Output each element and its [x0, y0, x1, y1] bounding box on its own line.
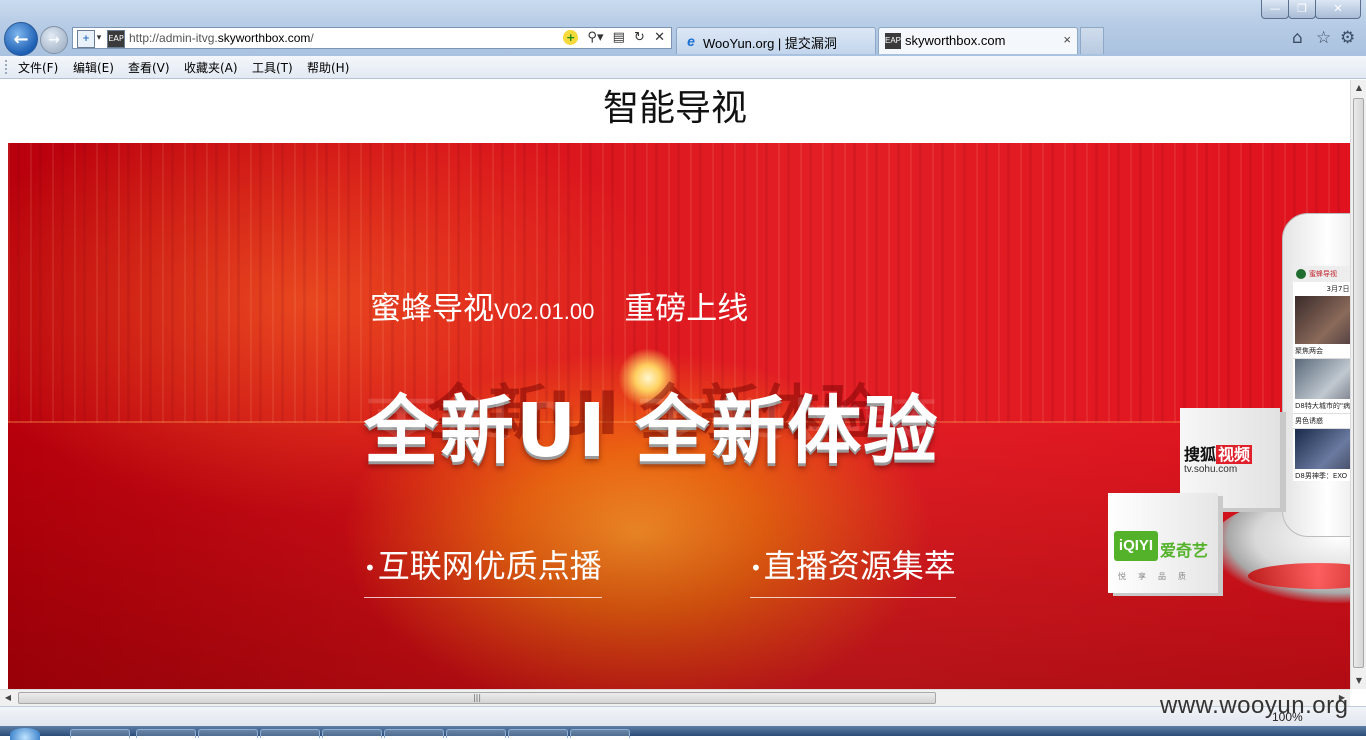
- menu-edit[interactable]: 编辑(E): [73, 59, 114, 76]
- taskbar-button[interactable]: [70, 729, 130, 738]
- phone-caption: 男色诱惑: [1293, 414, 1350, 429]
- new-tab-button[interactable]: [1080, 27, 1104, 54]
- url-host: skyworthbox.com: [217, 31, 311, 45]
- star-icon[interactable]: ☆: [1316, 28, 1331, 48]
- tab-title: skyworthbox.com: [905, 33, 1006, 48]
- iqiyi-tagline: 悦享品质: [1118, 572, 1198, 581]
- phone-thumbnail: [1295, 429, 1350, 469]
- scroll-up-icon[interactable]: ▲: [1351, 80, 1366, 96]
- taskbar-button[interactable]: [384, 729, 444, 738]
- site-favicon-icon: EAP: [885, 33, 901, 49]
- menu-favorites[interactable]: 收藏夹(A): [184, 59, 238, 76]
- iqiyi-name: 爱奇艺: [1160, 541, 1209, 560]
- bullet-icon: •: [750, 556, 762, 580]
- iqiyi-logo: iQIYI: [1114, 531, 1158, 561]
- vertical-scrollbar[interactable]: ▲ ▼: [1350, 80, 1366, 689]
- chevron-down-icon[interactable]: ▾: [95, 30, 103, 46]
- start-button[interactable]: [10, 728, 40, 740]
- bullet-icon: •: [364, 556, 376, 580]
- taskbar-button[interactable]: [198, 729, 258, 738]
- taskbar-button[interactable]: [446, 729, 506, 738]
- sohu-logo: 搜狐 视频: [1184, 441, 1253, 465]
- close-tab-icon[interactable]: ×: [1063, 32, 1071, 47]
- launch-text: 重磅上线: [624, 291, 749, 327]
- taskbar: [0, 726, 1366, 740]
- slogan-reflection: 全新UI 全新体验: [364, 391, 940, 443]
- url-prefix: http://admin-itvg.: [129, 31, 218, 45]
- toolbar-grip[interactable]: [5, 60, 10, 74]
- title-bar: — ❐ ✕ ← → + ▾ EAP http://admin-itvg.skyw…: [0, 0, 1366, 57]
- taskbar-button[interactable]: [508, 729, 568, 738]
- taskbar-button[interactable]: [260, 729, 320, 738]
- stop-icon[interactable]: ✕: [654, 30, 665, 45]
- refresh-icon[interactable]: ↻: [634, 30, 645, 45]
- back-arrow-icon: ←: [13, 28, 29, 50]
- feature-label: 直播资源集萃: [763, 547, 956, 585]
- url-text[interactable]: http://admin-itvg.skyworthbox.com/: [129, 31, 314, 45]
- menu-help[interactable]: 帮助(H): [307, 59, 349, 76]
- promo-banner[interactable]: 蜜蜂导视V02.01.00 重磅上线 全新UI 全新体验 全新UI 全新体验 全新…: [8, 143, 1350, 689]
- phone-app-title: 蜜蜂导视: [1309, 270, 1337, 278]
- compat-page-icon[interactable]: ▤: [613, 30, 625, 45]
- tab-wooyun[interactable]: e WooYun.org | 提交漏洞: [676, 27, 876, 54]
- app-logo-icon: [1296, 269, 1306, 279]
- ie-icon: e: [687, 33, 695, 49]
- close-window-button[interactable]: ✕: [1315, 0, 1361, 19]
- scroll-thumb[interactable]: |||: [18, 692, 936, 704]
- phone-date: 3月7日: [1326, 285, 1350, 293]
- release-headline: 蜜蜂导视V02.01.00 重磅上线: [370, 283, 748, 328]
- minimize-button[interactable]: —: [1261, 0, 1289, 19]
- phone-caption: D8特大城市的"病根": [1293, 399, 1350, 414]
- feature-vod: •互联网优质点播: [364, 541, 602, 598]
- phone-caption: 聚焦两会: [1293, 344, 1350, 359]
- back-button[interactable]: ←: [4, 22, 38, 56]
- phone-screen: 蜜蜂导视 3月7日 聚焦两会 D8特大城市的"病根" 男色诱惑 D8男神季：EX…: [1293, 266, 1350, 481]
- product-name: 蜜蜂导视: [370, 291, 494, 327]
- version-number: V02.01.00: [494, 299, 595, 324]
- sohu-domain: tv.sohu.com: [1184, 464, 1238, 475]
- site-favicon-icon: EAP: [107, 30, 125, 48]
- horizontal-scrollbar[interactable]: ◀ ||| ▶: [0, 689, 1350, 706]
- compatibility-view-icon[interactable]: +: [77, 30, 95, 48]
- scroll-left-icon[interactable]: ◀: [0, 690, 16, 706]
- phone-caption: D8男神季：EXO: [1293, 469, 1350, 481]
- url-suffix: /: [310, 31, 314, 45]
- feature-label: 互联网优质点播: [377, 547, 602, 585]
- menu-view[interactable]: 查看(V): [128, 59, 170, 76]
- page-title: 智能导视: [602, 88, 747, 129]
- addon-icon[interactable]: +: [563, 30, 579, 45]
- tab-title: WooYun.org | 提交漏洞: [703, 36, 837, 51]
- phone-thumbnail: [1295, 296, 1350, 344]
- taskbar-button[interactable]: [570, 729, 630, 738]
- sohu-name: 搜狐: [1184, 445, 1217, 464]
- sohu-name-highlight: 视频: [1216, 445, 1253, 464]
- home-icon[interactable]: ⌂: [1292, 28, 1303, 48]
- forward-button[interactable]: →: [40, 26, 68, 54]
- tab-skyworth[interactable]: EAP skyworthbox.com ×: [878, 27, 1078, 54]
- scroll-down-icon[interactable]: ▼: [1351, 673, 1366, 689]
- feature-live: •直播资源集萃: [750, 541, 956, 598]
- menu-file[interactable]: 文件(F): [18, 59, 58, 76]
- scroll-thumb[interactable]: [1353, 98, 1364, 668]
- maximize-button[interactable]: ❐: [1288, 0, 1316, 19]
- search-icon[interactable]: ⚲▾: [587, 30, 603, 45]
- forward-arrow-icon: →: [48, 32, 60, 48]
- address-bar[interactable]: + ▾ EAP http://admin-itvg.skyworthbox.co…: [72, 27, 672, 49]
- menu-tools[interactable]: 工具(T): [252, 59, 293, 76]
- taskbar-button[interactable]: [322, 729, 382, 738]
- phone-app-header: 蜜蜂导视: [1293, 266, 1350, 282]
- watermark: www.wooyun.org: [1160, 692, 1349, 719]
- taskbar-button[interactable]: [136, 729, 196, 738]
- address-tools: + ⚲▾ ▤ ↻ ✕: [558, 30, 665, 45]
- phone-mockup: 蜜蜂导视 3月7日 聚焦两会 D8特大城市的"病根" 男色诱惑 D8男神季：EX…: [1282, 213, 1350, 537]
- iqiyi-box: iQIYI 爱奇艺 悦享品质: [1108, 493, 1218, 593]
- phone-thumbnail: [1295, 359, 1350, 399]
- menu-bar: 文件(F) 编辑(E) 查看(V) 收藏夹(A) 工具(T) 帮助(H): [0, 56, 1366, 79]
- gear-icon[interactable]: ⚙: [1340, 28, 1355, 48]
